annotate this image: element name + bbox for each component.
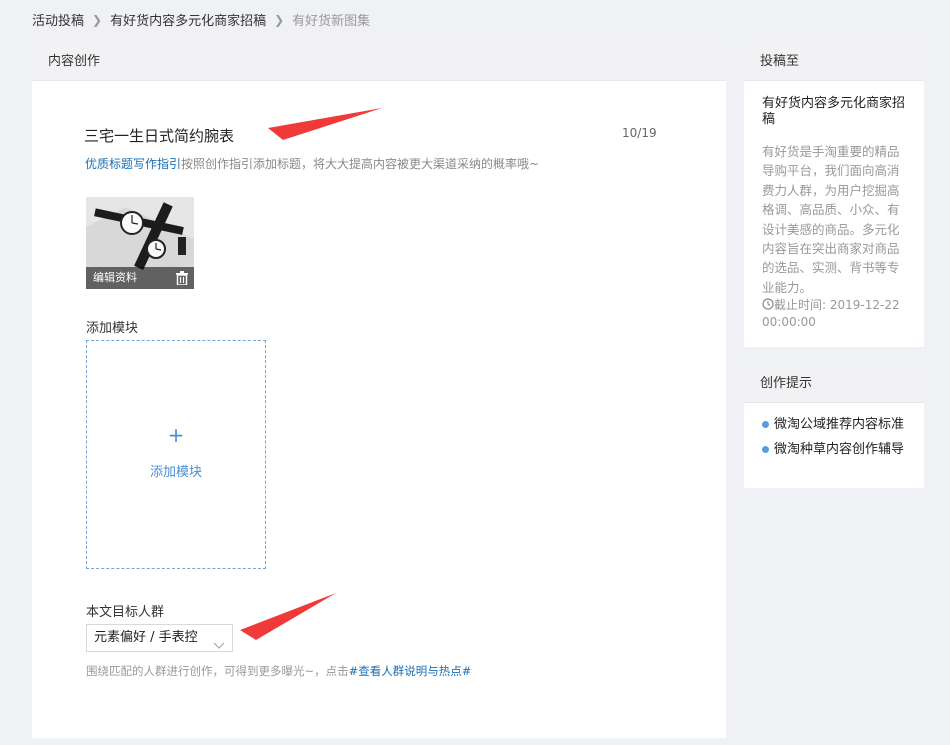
audience-select[interactable]: 元素偏好 / 手表控 — [86, 624, 233, 652]
cover-image-toolbar: 编辑资料 — [86, 267, 194, 289]
panel-title: 内容创作 — [32, 44, 726, 81]
breadcrumb-item-activity[interactable]: 活动投稿 — [32, 10, 84, 29]
edit-info-button[interactable]: 编辑资料 — [93, 267, 137, 289]
cover-image[interactable]: 编辑资料 — [86, 197, 194, 289]
title-char-counter: 10/19 — [622, 126, 657, 140]
breadcrumb: 活动投稿 ❯ 有好货内容多元化商家招稿 ❯ 有好货新图集 — [32, 10, 371, 30]
title-guide-text: 按照创作指引添加标题，将大大提高内容被更大渠道采纳的概率哦~ — [181, 157, 540, 171]
audience-hint-text: 围绕匹配的人群进行创作，可得到更多曝光~，点击 — [86, 664, 349, 678]
tip-link[interactable]: 微淘公域推荐内容标准 — [762, 416, 904, 433]
tip-label: 微淘公域推荐内容标准 — [774, 417, 905, 432]
content-editor-panel: 内容创作 三宅一生日式简约腕表 10/19 优质标题写作指引按照创作指引添加标题… — [32, 44, 726, 738]
clock-icon — [762, 298, 774, 310]
tip-link[interactable]: 微淘种草内容创作辅导 — [762, 441, 904, 458]
creation-tips-title: 创作提示 — [744, 366, 924, 403]
campaign-description: 有好货是手淘重要的精品导购平台，我们面向高消费力人群，为用户挖掘高格调、高品质、… — [762, 144, 900, 295]
audience-hint-link[interactable]: #查看人群说明与热点# — [349, 664, 472, 678]
title-guide: 优质标题写作指引按照创作指引添加标题，将大大提高内容被更大渠道采纳的概率哦~ — [85, 155, 539, 172]
deadline-text: 截止时间: 2019-12-22 00:00:00 — [762, 298, 900, 329]
breadcrumb-item-current: 有好货新图集 — [292, 14, 371, 29]
campaign-name: 有好货内容多元化商家招稿 — [762, 96, 906, 127]
submit-target-panel: 投稿至 有好货内容多元化商家招稿 有好货是手淘重要的精品导购平台，我们面向高消费… — [744, 44, 924, 347]
chevron-right-icon: ❯ — [274, 12, 285, 27]
add-module-text: 添加模块 — [149, 465, 202, 480]
tips-list: 微淘公域推荐内容标准 微淘种草内容创作辅导 — [762, 416, 904, 466]
breadcrumb-item-campaign[interactable]: 有好货内容多元化商家招稿 — [110, 10, 266, 29]
bullet-dot — [762, 421, 769, 428]
submit-target-title: 投稿至 — [744, 44, 924, 81]
tip-label: 微淘种草内容创作辅导 — [774, 442, 905, 457]
chevron-down-icon — [213, 634, 225, 649]
chevron-right-icon: ❯ — [92, 12, 103, 27]
add-module-button[interactable]: + 添加模块 — [86, 340, 266, 569]
audience-label: 本文目标人群 — [86, 605, 165, 620]
bullet-dot — [762, 446, 769, 453]
creation-tips-panel: 创作提示 微淘公域推荐内容标准 微淘种草内容创作辅导 — [744, 366, 924, 488]
audience-hint: 围绕匹配的人群进行创作，可得到更多曝光~，点击#查看人群说明与热点# — [86, 663, 471, 679]
module-section-label: 添加模块 — [86, 321, 139, 336]
title-input[interactable]: 三宅一生日式简约腕表 — [84, 125, 234, 146]
title-guide-link[interactable]: 优质标题写作指引 — [85, 157, 181, 171]
trash-icon[interactable] — [176, 271, 188, 286]
plus-icon: + — [167, 423, 185, 447]
campaign-deadline: 截止时间: 2019-12-22 00:00:00 — [762, 297, 912, 331]
audience-select-value: 元素偏好 / 手表控 — [94, 630, 198, 645]
